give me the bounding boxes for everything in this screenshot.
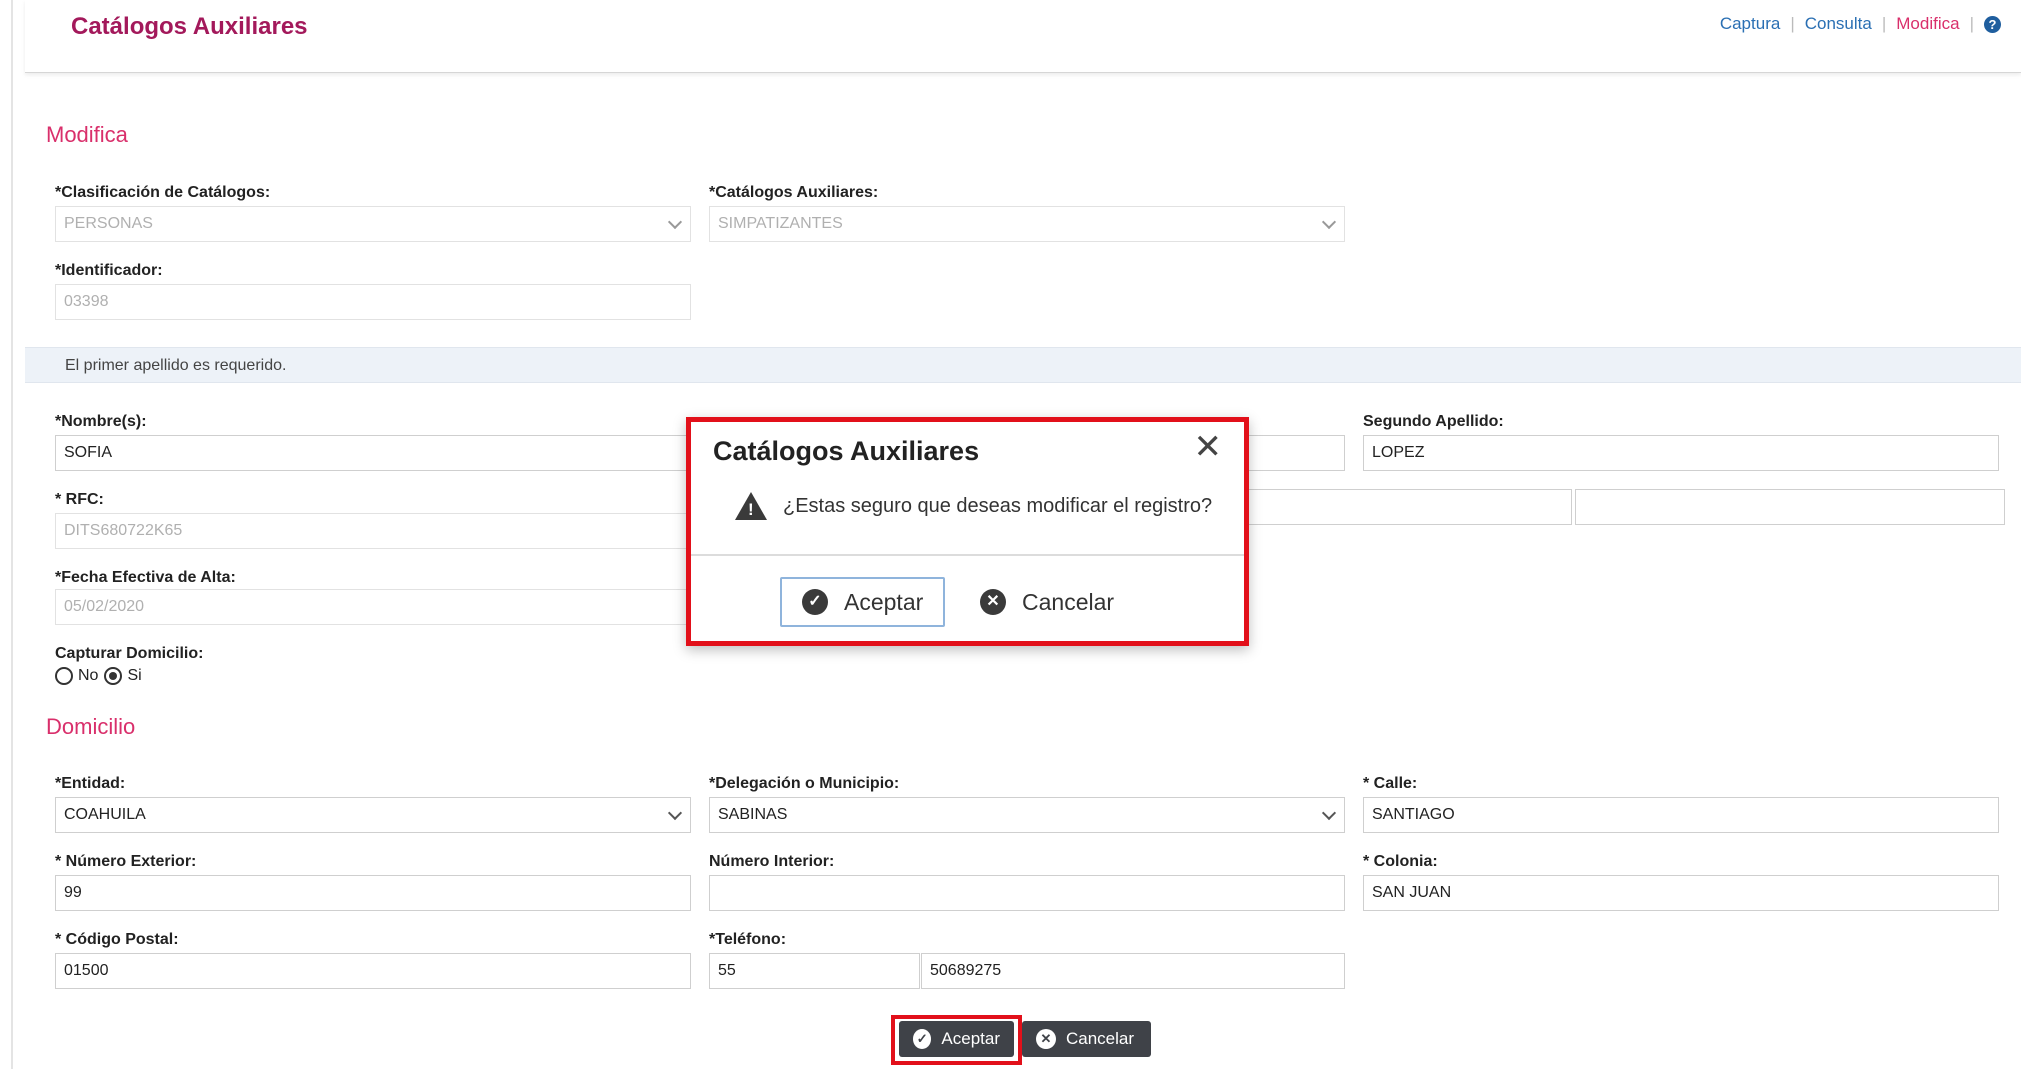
rfc-value: DITS680722K65	[64, 522, 183, 539]
telefono-lada-value: 55	[718, 962, 736, 979]
municipio-label: *Delegación o Municipio:	[709, 775, 900, 792]
fecha-alta-value: 05/02/2020	[64, 598, 145, 615]
chevron-down-icon	[667, 214, 683, 230]
nav-separator: |	[1790, 14, 1795, 33]
num-ext-input[interactable]: 99	[55, 875, 691, 911]
close-circle-icon: ✕	[980, 589, 1006, 615]
dialog-aceptar-label: Aceptar	[844, 588, 924, 615]
num-int-input[interactable]	[709, 875, 1345, 911]
cancelar-button[interactable]: ✕ Cancelar	[1022, 1021, 1151, 1057]
colonia-value: SAN JUAN	[1372, 884, 1452, 901]
dialog-divider	[691, 554, 1244, 556]
left-border	[11, 0, 13, 1069]
capturar-domicilio-radios: No Si	[55, 667, 148, 685]
rfc-label: * RFC:	[55, 491, 104, 508]
aceptar-button[interactable]: ✓ Aceptar	[899, 1021, 1014, 1057]
page-title: Catálogos Auxiliares	[71, 13, 308, 40]
municipio-select[interactable]: SABINAS	[709, 797, 1345, 833]
cp-input[interactable]: 01500	[55, 953, 691, 989]
nombre-label: *Nombre(s):	[55, 413, 147, 430]
check-icon: ✓	[802, 589, 828, 615]
rfc-extra-input[interactable]	[1575, 489, 2005, 525]
catalogos-select[interactable]: SIMPATIZANTES	[709, 206, 1345, 242]
section-title: Modifica	[46, 122, 128, 147]
telefono-label: *Teléfono:	[709, 931, 787, 948]
colonia-label: * Colonia:	[1363, 853, 1438, 870]
close-icon[interactable]: ✕	[1194, 430, 1223, 464]
help-icon[interactable]: ?	[1984, 15, 2001, 33]
dialog-cancelar-button[interactable]: ✕ Cancelar	[960, 577, 1135, 627]
dialog-message-text: ¿Estas seguro que deseas modificar el re…	[783, 494, 1213, 517]
identificador-value: 03398	[64, 293, 109, 310]
entidad-select[interactable]: COAHUILA	[55, 797, 691, 833]
clasificacion-value: PERSONAS	[64, 215, 153, 232]
calle-label: * Calle:	[1363, 775, 1418, 792]
num-ext-value: 99	[64, 884, 82, 901]
dialog-message: ¿Estas seguro que deseas modificar el re…	[735, 492, 1212, 520]
nav-consulta-link[interactable]: Consulta	[1805, 14, 1872, 34]
rfc-input[interactable]: DITS680722K65	[55, 513, 691, 549]
cp-label: * Código Postal:	[55, 931, 179, 948]
identificador-input[interactable]: 03398	[55, 284, 691, 320]
app-header: Catálogos Auxiliares Captura | Consulta …	[25, 0, 2021, 73]
entidad-value: COAHUILA	[64, 806, 146, 823]
catalogos-value: SIMPATIZANTES	[718, 215, 843, 232]
num-int-label: Número Interior:	[709, 853, 835, 870]
validation-notice: El primer apellido es requerido.	[25, 347, 2021, 383]
calle-input[interactable]: SANTIAGO	[1363, 797, 1999, 833]
capturar-domicilio-label: Capturar Domicilio:	[55, 645, 204, 662]
close-circle-icon: ✕	[1036, 1029, 1056, 1049]
nombre-input[interactable]: SOFIA	[55, 435, 691, 471]
nav-modifica-link[interactable]: Modifica	[1896, 14, 1959, 34]
colonia-input[interactable]: SAN JUAN	[1363, 875, 1999, 911]
confirm-dialog: Catálogos Auxiliares ✕ ¿Estas seguro que…	[686, 417, 1249, 646]
nav-separator: |	[1881, 14, 1887, 33]
nav-captura-link[interactable]: Captura	[1720, 14, 1780, 34]
fecha-alta-input[interactable]: 05/02/2020	[55, 589, 691, 625]
check-icon: ✓	[913, 1029, 932, 1049]
radio-no-label: No	[78, 667, 99, 684]
dialog-title: Catálogos Auxiliares	[713, 436, 980, 466]
radio-no[interactable]	[55, 667, 73, 685]
telefono-lada-input[interactable]: 55	[709, 953, 920, 989]
dialog-cancelar-label: Cancelar	[1022, 588, 1115, 615]
fecha-alta-label: *Fecha Efectiva de Alta:	[55, 569, 236, 586]
entidad-label: *Entidad:	[55, 775, 126, 792]
clasificacion-label: *Clasificación de Catálogos:	[55, 184, 271, 201]
num-ext-label: * Número Exterior:	[55, 853, 197, 870]
radio-si[interactable]	[104, 667, 123, 685]
municipio-value: SABINAS	[718, 806, 788, 823]
cancelar-label: Cancelar	[1066, 1029, 1135, 1048]
catalogos-label: *Catálogos Auxiliares:	[709, 184, 879, 201]
radio-si-label: Si	[127, 667, 142, 684]
chevron-down-icon	[667, 805, 683, 821]
rfc-homoclave-input[interactable]	[1248, 489, 1572, 525]
clasificacion-select[interactable]: PERSONAS	[55, 206, 691, 242]
aceptar-label: Aceptar	[941, 1029, 1000, 1048]
nav-separator: |	[1969, 14, 1974, 33]
chevron-down-icon	[1321, 214, 1337, 230]
telefono-numero-input[interactable]: 50689275	[921, 953, 1345, 989]
calle-value: SANTIAGO	[1372, 806, 1455, 823]
domicilio-title: Domicilio	[46, 714, 136, 739]
telefono-numero-value: 50689275	[930, 962, 1002, 979]
warning-icon	[735, 492, 767, 520]
segundo-apellido-value: LOPEZ	[1372, 444, 1425, 461]
identificador-label: *Identificador:	[55, 262, 163, 279]
chevron-down-icon	[1321, 805, 1337, 821]
segundo-apellido-input[interactable]: LOPEZ	[1363, 435, 1999, 471]
cp-value: 01500	[64, 962, 109, 979]
dialog-aceptar-button[interactable]: ✓ Aceptar	[780, 577, 946, 627]
nombre-value: SOFIA	[64, 444, 113, 461]
segundo-apellido-label: Segundo Apellido:	[1363, 413, 1504, 430]
top-nav: Captura | Consulta | Modifica | ?	[1720, 14, 2001, 34]
